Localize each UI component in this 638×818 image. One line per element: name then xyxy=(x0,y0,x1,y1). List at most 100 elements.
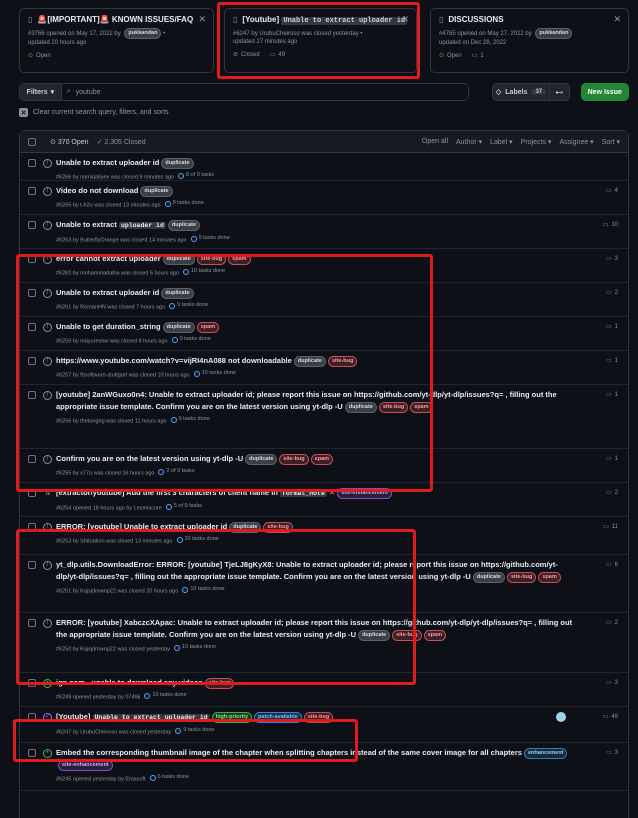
issue-row[interactable]: / ERROR: [youtube] XabczcXApac: Unable to… xyxy=(20,613,628,673)
issue-row[interactable]: / ERROR: [youtube] Unable to extract uplo… xyxy=(20,517,628,555)
row-checkbox[interactable] xyxy=(28,713,36,721)
comment-count[interactable]: ▭ 3 xyxy=(606,679,618,687)
label-duplicate[interactable]: duplicate xyxy=(358,630,391,641)
title-code[interactable]: uploader id xyxy=(118,222,166,229)
open-count[interactable]: ⊙ 370 Open xyxy=(50,138,89,146)
row-checkbox[interactable] xyxy=(28,221,36,229)
list-filter-4[interactable]: Assignee ▾ xyxy=(559,138,593,146)
label-spam[interactable]: spam xyxy=(423,630,446,641)
issue-title[interactable]: [youtube] 2anWGuxo0n4: Unable to extract… xyxy=(56,390,557,411)
row-checkbox[interactable] xyxy=(28,523,36,531)
pinned-card-youtube[interactable]: ▯ [Youtube] Unable to extract uploader id… xyxy=(224,8,417,73)
close-icon[interactable]: ✕ xyxy=(613,14,621,25)
issue-row[interactable]: / error cannot extract uploader duplicate s… xyxy=(20,249,628,283)
row-checkbox[interactable] xyxy=(28,489,36,497)
comment-count[interactable]: ▭ 1 xyxy=(606,391,618,399)
row-checkbox[interactable] xyxy=(28,749,36,757)
issue-row[interactable]: / Video do not download duplicate #6265 by … xyxy=(20,181,628,215)
label-site-bug[interactable]: site-bug xyxy=(263,522,293,533)
title-code[interactable]: format_note xyxy=(279,490,327,497)
label-site-bug[interactable]: site-bug xyxy=(392,630,422,641)
label-enhancement[interactable]: enhancement xyxy=(523,748,568,759)
label-site-bug[interactable]: site-bug xyxy=(204,678,235,689)
title-code[interactable]: Unable to extract uploader id xyxy=(92,714,210,721)
comment-count[interactable]: ▭ 3 xyxy=(606,749,618,757)
list-filter-5[interactable]: Sort ▾ xyxy=(602,138,620,146)
failed-check-icon[interactable]: ✕ xyxy=(327,488,335,497)
label-duplicate[interactable]: duplicate xyxy=(161,158,194,169)
close-icon[interactable]: ✕ xyxy=(198,14,206,25)
label-duplicate[interactable]: duplicate xyxy=(245,454,278,465)
task-progress[interactable]: 10 tasks done xyxy=(144,691,187,700)
pinned-title[interactable]: [Youtube] Unable to extract uploader id xyxy=(242,14,408,27)
assignee-avatar[interactable] xyxy=(556,712,566,722)
row-checkbox[interactable] xyxy=(28,561,36,569)
task-progress[interactable]: 8 of 9 tasks xyxy=(178,171,214,180)
issue-title[interactable]: Confirm you are on the latest version us… xyxy=(56,454,243,463)
issue-row[interactable]: ⇅ [extractor/youtube] Add the first 3 cha… xyxy=(20,483,628,517)
closed-count[interactable]: ✓ 2,305 Closed xyxy=(97,138,146,146)
label-duplicate[interactable]: duplicate xyxy=(229,522,262,533)
row-checkbox[interactable] xyxy=(28,619,36,627)
comment-count[interactable]: ▭ 1 xyxy=(606,323,618,331)
label-site-bug[interactable]: site-bug xyxy=(303,712,334,723)
issue-title[interactable]: error cannot extract uploader xyxy=(56,254,161,263)
row-checkbox[interactable] xyxy=(28,679,36,687)
pinned-card-known-issues[interactable]: ▯ 🚨[IMPORTANT]🚨 KNOWN ISSUES/FAQ ✕ #3766 … xyxy=(19,8,214,73)
comment-count[interactable]: ▭ 3 xyxy=(606,255,618,263)
select-all-checkbox[interactable] xyxy=(28,137,36,146)
list-filter-0[interactable]: Open all xyxy=(422,138,448,146)
task-progress[interactable]: 10 tasks done xyxy=(176,535,219,544)
comment-count[interactable]: ▭ 49 xyxy=(603,713,618,721)
comment-count[interactable]: ▭ 1 xyxy=(472,52,484,60)
label-duplicate[interactable]: duplicate xyxy=(293,356,326,367)
label-spam[interactable]: spam xyxy=(410,402,433,413)
filters-button[interactable]: Filters ▾ xyxy=(19,83,62,101)
label-duplicate[interactable]: duplicate xyxy=(161,288,194,299)
issue-title[interactable]: https://www.youtube.com/watch?v=vijRI4nA… xyxy=(56,356,292,365)
comment-count[interactable]: ▭ 2 xyxy=(606,489,618,497)
row-checkbox[interactable] xyxy=(28,159,36,167)
row-checkbox[interactable] xyxy=(28,455,36,463)
task-progress[interactable]: 9 tasks done xyxy=(190,234,230,243)
task-progress[interactable]: 5 of 9 tasks xyxy=(165,502,202,511)
issue-title[interactable]: ERROR: [youtube] XabczcXApac: Unable to … xyxy=(56,618,572,639)
label-site-bug[interactable]: site-bug xyxy=(507,572,537,583)
comment-count[interactable]: ▭ 10 xyxy=(603,221,618,229)
comment-count[interactable]: ▭ 2 xyxy=(606,289,618,297)
milestones-button[interactable]: ⊷ xyxy=(550,83,570,101)
issue-title[interactable]: Unable to get duration_string xyxy=(56,322,161,331)
row-checkbox[interactable] xyxy=(28,357,36,365)
task-progress[interactable]: 10 tasks done xyxy=(193,369,236,378)
row-checkbox[interactable] xyxy=(28,323,36,331)
user-badge[interactable]: pukkandan xyxy=(535,28,573,39)
row-checkbox[interactable] xyxy=(28,255,36,263)
label-site-bug[interactable]: site-bug xyxy=(279,454,309,465)
label-high-priority[interactable]: high-priority xyxy=(211,712,253,723)
task-progress[interactable]: 9 tasks done xyxy=(175,726,214,735)
issue-row[interactable]: / Unable to extract uploader id duplicate #… xyxy=(20,153,628,181)
label-duplicate[interactable]: duplicate xyxy=(472,572,505,583)
issue-title[interactable]: [extractor/youtube] Add the first 3 char… xyxy=(56,488,278,497)
comment-count[interactable]: ▭ 2 xyxy=(606,619,618,627)
issue-row[interactable]: • Embed the corresponding thumbnail image… xyxy=(20,743,628,791)
issue-row[interactable]: / Unable to extract uploader id duplicate #… xyxy=(20,215,628,249)
issue-row[interactable]: / https://www.youtube.com/watch?v=vijRI4n… xyxy=(20,351,628,385)
user-badge[interactable]: pukkandan xyxy=(124,28,162,39)
label-spam[interactable]: spam xyxy=(196,322,220,333)
issue-title[interactable]: ERROR: [youtube] Unable to extract uploa… xyxy=(56,522,227,531)
list-filter-1[interactable]: Author ▾ xyxy=(456,138,482,146)
pinned-title[interactable]: DISCUSSIONS xyxy=(448,14,503,25)
label-patch-available[interactable]: patch-available xyxy=(254,712,302,723)
issue-row[interactable]: / [youtube] 2anWGuxo0n4: Unable to extrac… xyxy=(20,385,628,449)
label-duplicate[interactable]: duplicate xyxy=(162,322,195,333)
issue-title[interactable]: [Youtube] xyxy=(56,712,90,721)
clear-filters-link[interactable]: ✕ Clear current search query, filters, a… xyxy=(19,108,169,117)
search-input[interactable]: ⌕ youtube xyxy=(61,83,469,101)
label-duplicate[interactable]: duplicate xyxy=(344,402,377,413)
label-site-bug[interactable]: site-bug xyxy=(196,254,227,265)
comment-count[interactable]: ▭ 11 xyxy=(603,523,618,531)
label-site-enhancement[interactable]: site-enhancement xyxy=(337,488,393,499)
task-progress[interactable]: 2 of 9 tasks xyxy=(158,467,195,476)
comment-count[interactable]: ▭ 1 xyxy=(606,357,618,365)
